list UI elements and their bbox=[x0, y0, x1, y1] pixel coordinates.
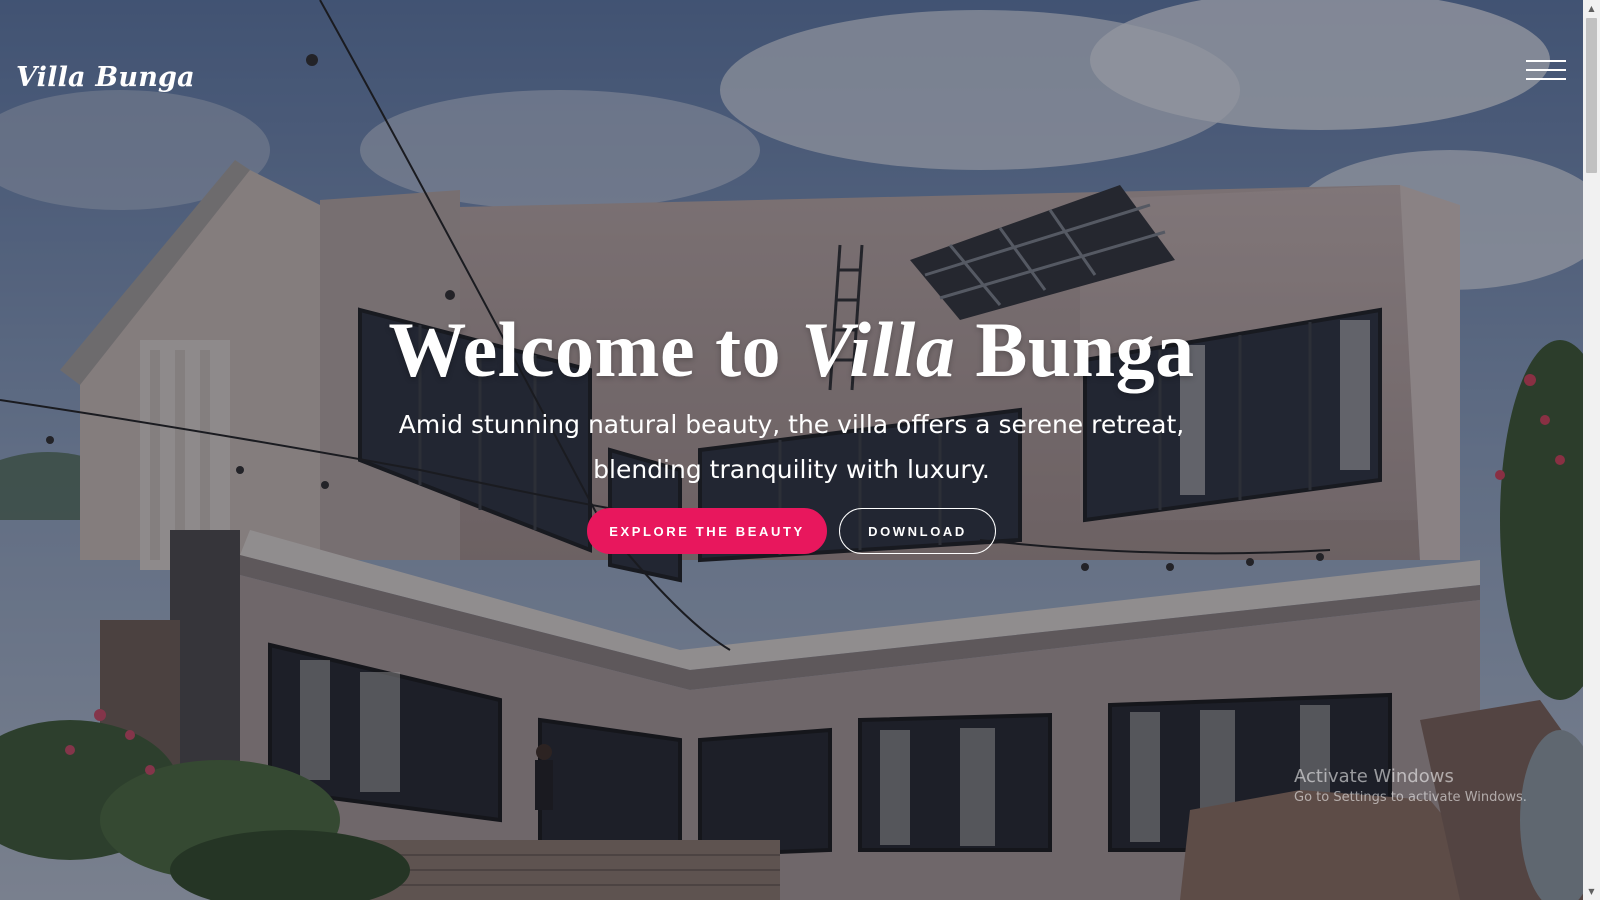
hero-button-row: EXPLORE THE BEAUTY DOWNLOAD bbox=[0, 508, 1583, 554]
hero-subtitle: Amid stunning natural beauty, the villa … bbox=[398, 410, 1185, 484]
hamburger-menu-icon[interactable] bbox=[1526, 58, 1568, 84]
brand-logo[interactable]: Villa Bunga bbox=[16, 62, 195, 93]
scroll-thumb[interactable] bbox=[1586, 18, 1597, 173]
menu-line-middle bbox=[1526, 69, 1566, 71]
explore-the-beauty-button[interactable]: EXPLORE THE BEAUTY bbox=[587, 508, 827, 554]
watermark-subtitle: Go to Settings to activate Windows. bbox=[1294, 790, 1527, 805]
download-button[interactable]: DOWNLOAD bbox=[839, 508, 996, 554]
hero-title: Welcome to Villa Bunga bbox=[0, 308, 1583, 392]
hero-title-part1: Welcome to bbox=[388, 306, 802, 393]
hero-content: Welcome to Villa Bunga Amid stunning nat… bbox=[0, 308, 1583, 554]
watermark-title: Activate Windows bbox=[1294, 766, 1454, 787]
page-scrollbar[interactable]: ▲ ▼ bbox=[1583, 0, 1600, 900]
scroll-down-arrow-icon[interactable]: ▼ bbox=[1583, 883, 1600, 900]
activate-windows-watermark: Activate Windows Go to Settings to activ… bbox=[1294, 766, 1527, 808]
hero-title-accent: Villa bbox=[801, 306, 956, 393]
scroll-up-arrow-icon[interactable]: ▲ bbox=[1583, 0, 1600, 17]
page: Villa Bunga Welcome to Villa Bunga Amid … bbox=[0, 0, 1600, 900]
menu-line-top bbox=[1526, 60, 1566, 62]
menu-line-bottom bbox=[1526, 78, 1566, 80]
hero-title-part2: Bunga bbox=[955, 306, 1195, 393]
